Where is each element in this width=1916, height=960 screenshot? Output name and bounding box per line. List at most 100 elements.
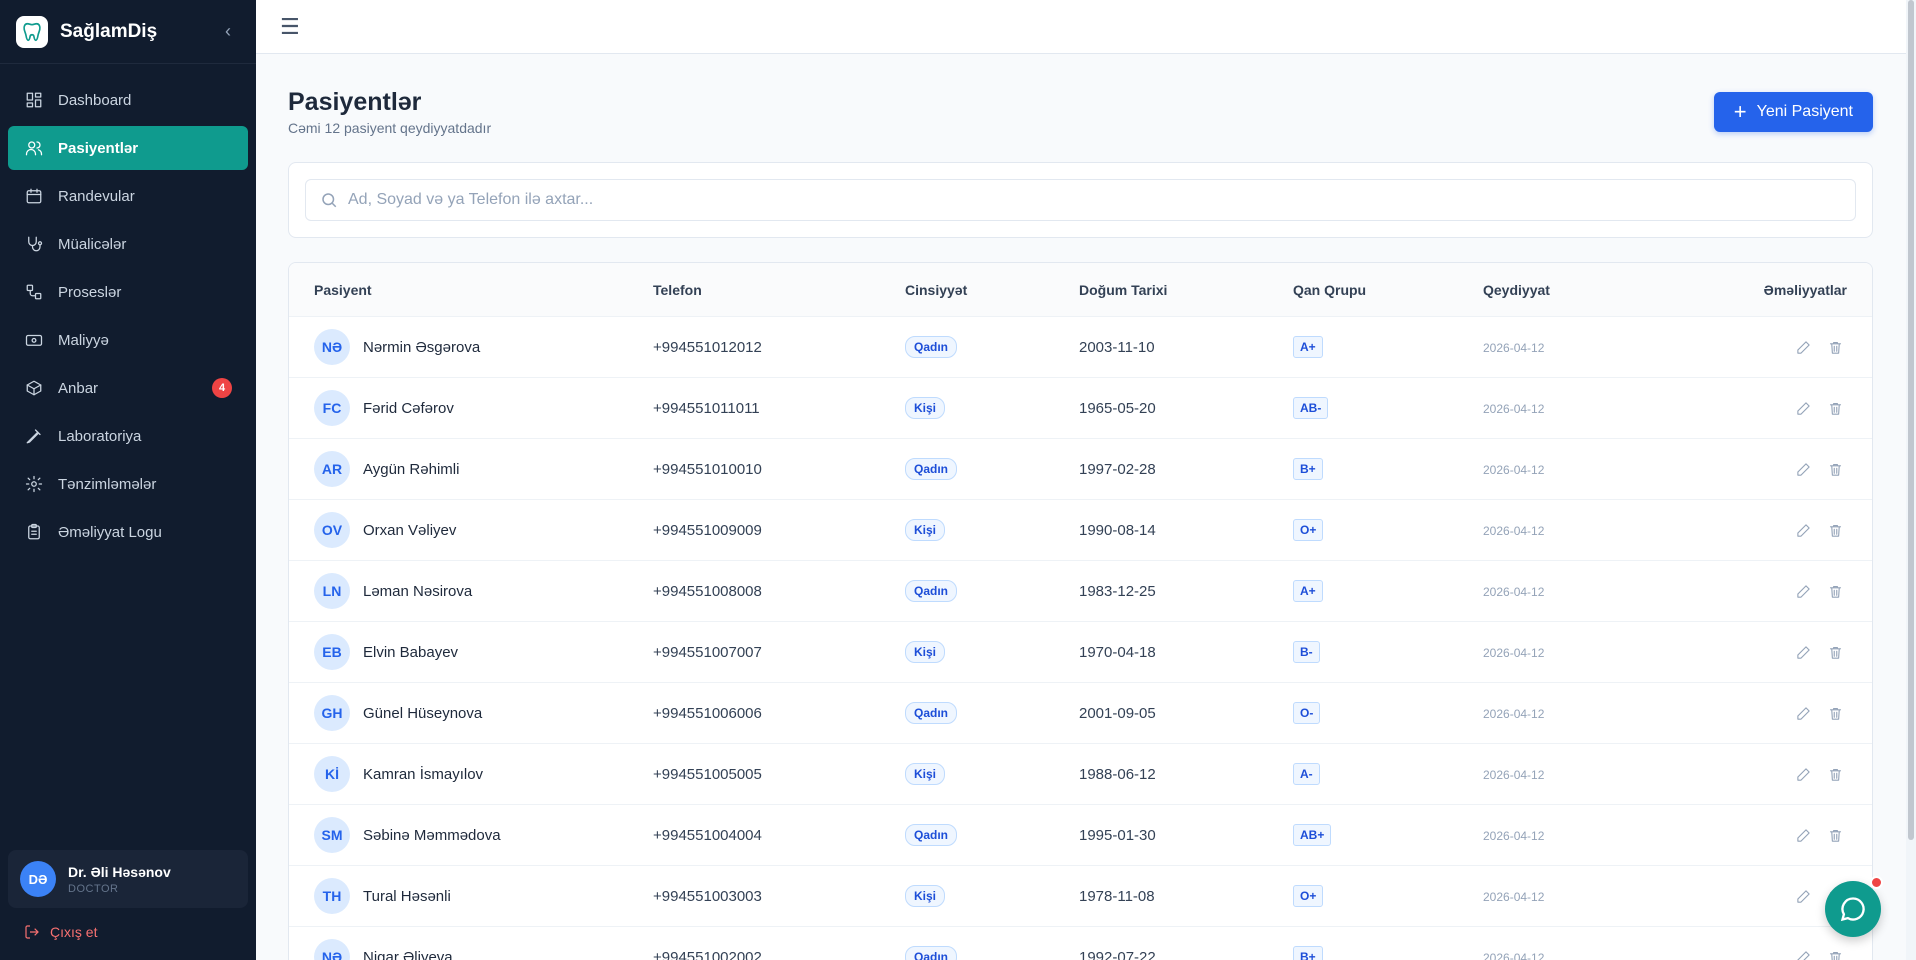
blood-group-cell: A+: [1293, 336, 1483, 358]
delete-button[interactable]: [1823, 640, 1847, 664]
table-row[interactable]: FC Fərid Cəfərov +994551011011 Kişi 1965…: [289, 378, 1872, 439]
edit-button[interactable]: [1791, 762, 1815, 786]
edit-button[interactable]: [1791, 457, 1815, 481]
patient-cell: LN Ləman Nəsirova: [289, 573, 653, 609]
blood-group-badge: B+: [1293, 946, 1323, 960]
pencil-icon: [1796, 706, 1810, 720]
delete-button[interactable]: [1823, 457, 1847, 481]
table-row[interactable]: Kİ Kamran İsmayılov +994551005005 Kişi 1…: [289, 744, 1872, 805]
search-box: [305, 179, 1856, 221]
brand-header: SağlamDiş ‹: [0, 0, 256, 64]
table-row[interactable]: OV Orxan Vəliyev +994551009009 Kişi 1990…: [289, 500, 1872, 561]
delete-button[interactable]: [1823, 823, 1847, 847]
delete-button[interactable]: [1823, 762, 1847, 786]
delete-button[interactable]: [1823, 396, 1847, 420]
gender-cell: Qadın: [905, 580, 1079, 602]
dob-cell: 1970-04-18: [1079, 643, 1156, 661]
dob-cell: 1990-08-14: [1079, 521, 1156, 539]
delete-button[interactable]: [1823, 518, 1847, 542]
patient-name[interactable]: Ləman Nəsirova: [363, 583, 472, 600]
search-input[interactable]: [348, 191, 1748, 209]
blood-group-cell: O+: [1293, 885, 1483, 907]
new-patient-button[interactable]: + Yeni Pasiyent: [1713, 92, 1873, 132]
pencil-icon: [1796, 401, 1810, 415]
patient-name[interactable]: Nərmin Əsgərova: [363, 339, 480, 356]
patient-name[interactable]: Fərid Cəfərov: [363, 400, 454, 417]
user-profile-card[interactable]: DƏ Dr. Əli Həsənov DOCTOR: [8, 850, 248, 908]
gender-cell: Kişi: [905, 397, 1079, 419]
dob-cell: 1983-12-25: [1079, 582, 1156, 600]
patient-name[interactable]: Orxan Vəliyev: [363, 522, 456, 539]
sidebar-item-finance[interactable]: Maliyyə: [8, 318, 248, 362]
sidebar-item-inventory[interactable]: Anbar 4: [8, 366, 248, 410]
table-row[interactable]: EB Elvin Babayev +994551007007 Kişi 1970…: [289, 622, 1872, 683]
blood-group-badge: O-: [1293, 702, 1321, 724]
edit-button[interactable]: [1791, 823, 1815, 847]
edit-button[interactable]: [1791, 579, 1815, 603]
registered-date: 2026-04-12: [1483, 340, 1545, 355]
edit-button[interactable]: [1791, 518, 1815, 542]
sidebar-item-patients[interactable]: Pasiyentlər: [8, 126, 248, 170]
edit-button[interactable]: [1791, 701, 1815, 725]
patient-name[interactable]: Səbinə Məmmədova: [363, 827, 501, 844]
sidebar-item-label: Maliyyə: [58, 331, 109, 349]
table-row[interactable]: TH Tural Həsənli +994551003003 Kişi 1978…: [289, 866, 1872, 927]
patient-name[interactable]: Aygün Rəhimli: [363, 461, 459, 478]
gender-badge: Qadın: [905, 702, 958, 724]
patients-table: Pasiyent Telefon Cinsiyyət Doğum Tarixi …: [288, 262, 1873, 960]
patient-name[interactable]: Nigar Əliyeva: [363, 949, 453, 960]
calendar-icon: [24, 186, 44, 206]
new-patient-label: Yeni Pasiyent: [1756, 103, 1853, 120]
patient-name[interactable]: Tural Həsənli: [363, 888, 451, 905]
scrollbar-thumb[interactable]: [1908, 0, 1914, 840]
hamburger-menu-icon[interactable]: ☰: [280, 14, 300, 40]
sidebar-item-laboratory[interactable]: Laboratoriya: [8, 414, 248, 458]
patient-name[interactable]: Günel Hüseynova: [363, 705, 482, 722]
gender-badge: Qadın: [905, 458, 958, 480]
logout-button[interactable]: Çıxış et: [24, 924, 97, 940]
stethoscope-icon: [24, 234, 44, 254]
pencil-icon: [1796, 828, 1810, 842]
edit-button[interactable]: [1791, 335, 1815, 359]
chat-button[interactable]: [1825, 881, 1881, 937]
actions-cell: [1683, 518, 1872, 542]
sidebar-item-treatments[interactable]: Müalicələr: [8, 222, 248, 266]
edit-button[interactable]: [1791, 640, 1815, 664]
delete-button[interactable]: [1823, 579, 1847, 603]
table-row[interactable]: LN Ləman Nəsirova +994551008008 Qadın 19…: [289, 561, 1872, 622]
table-row[interactable]: NƏ Nərmin Əsgərova +994551012012 Qadın 2…: [289, 317, 1872, 378]
table-row[interactable]: GH Günel Hüseynova +994551006006 Qadın 2…: [289, 683, 1872, 744]
registered-date: 2026-04-12: [1483, 645, 1545, 660]
sidebar-item-dashboard[interactable]: Dashboard: [8, 78, 248, 122]
sidebar-item-processes[interactable]: Proseslər: [8, 270, 248, 314]
sidebar-item-settings[interactable]: Tənzimləmələr: [8, 462, 248, 506]
chevron-left-icon: ‹: [225, 21, 231, 41]
patient-name[interactable]: Elvin Babayev: [363, 644, 458, 661]
delete-button[interactable]: [1823, 945, 1847, 960]
delete-button[interactable]: [1823, 701, 1847, 725]
edit-button[interactable]: [1791, 396, 1815, 420]
patient-cell: GH Günel Hüseynova: [289, 695, 653, 731]
column-header-actions: Əməliyyatlar: [1763, 281, 1847, 298]
blood-group-badge: O+: [1293, 519, 1324, 541]
column-header-registered: Qeydiyyat: [1483, 281, 1550, 298]
notification-badge: 4: [212, 378, 232, 398]
table-row[interactable]: NƏ Nigar Əliyeva +994551002002 Qadın 199…: [289, 927, 1872, 960]
collapse-sidebar-button[interactable]: ‹: [216, 20, 240, 44]
delete-button[interactable]: [1823, 335, 1847, 359]
edit-button[interactable]: [1791, 884, 1815, 908]
patient-cell: NƏ Nigar Əliyeva: [289, 939, 653, 960]
column-header-patient: Pasiyent: [314, 281, 372, 298]
table-row[interactable]: AR Aygün Rəhimli +994551010010 Qadın 199…: [289, 439, 1872, 500]
scrollbar[interactable]: [1906, 0, 1916, 960]
page-subtitle: Cəmi 12 pasiyent qeydiyyatdadır: [288, 120, 492, 136]
blood-group-badge: B+: [1293, 458, 1323, 480]
sidebar-item-appointments[interactable]: Randevular: [8, 174, 248, 218]
table-row[interactable]: SM Səbinə Məmmədova +994551004004 Qadın …: [289, 805, 1872, 866]
patient-cell: NƏ Nərmin Əsgərova: [289, 329, 653, 365]
dob-cell: 2001-09-05: [1079, 704, 1156, 722]
pencil-icon: [1796, 584, 1810, 598]
sidebar-item-activity-log[interactable]: Əməliyyat Logu: [8, 510, 248, 554]
edit-button[interactable]: [1791, 945, 1815, 960]
patient-name[interactable]: Kamran İsmayılov: [363, 766, 483, 783]
